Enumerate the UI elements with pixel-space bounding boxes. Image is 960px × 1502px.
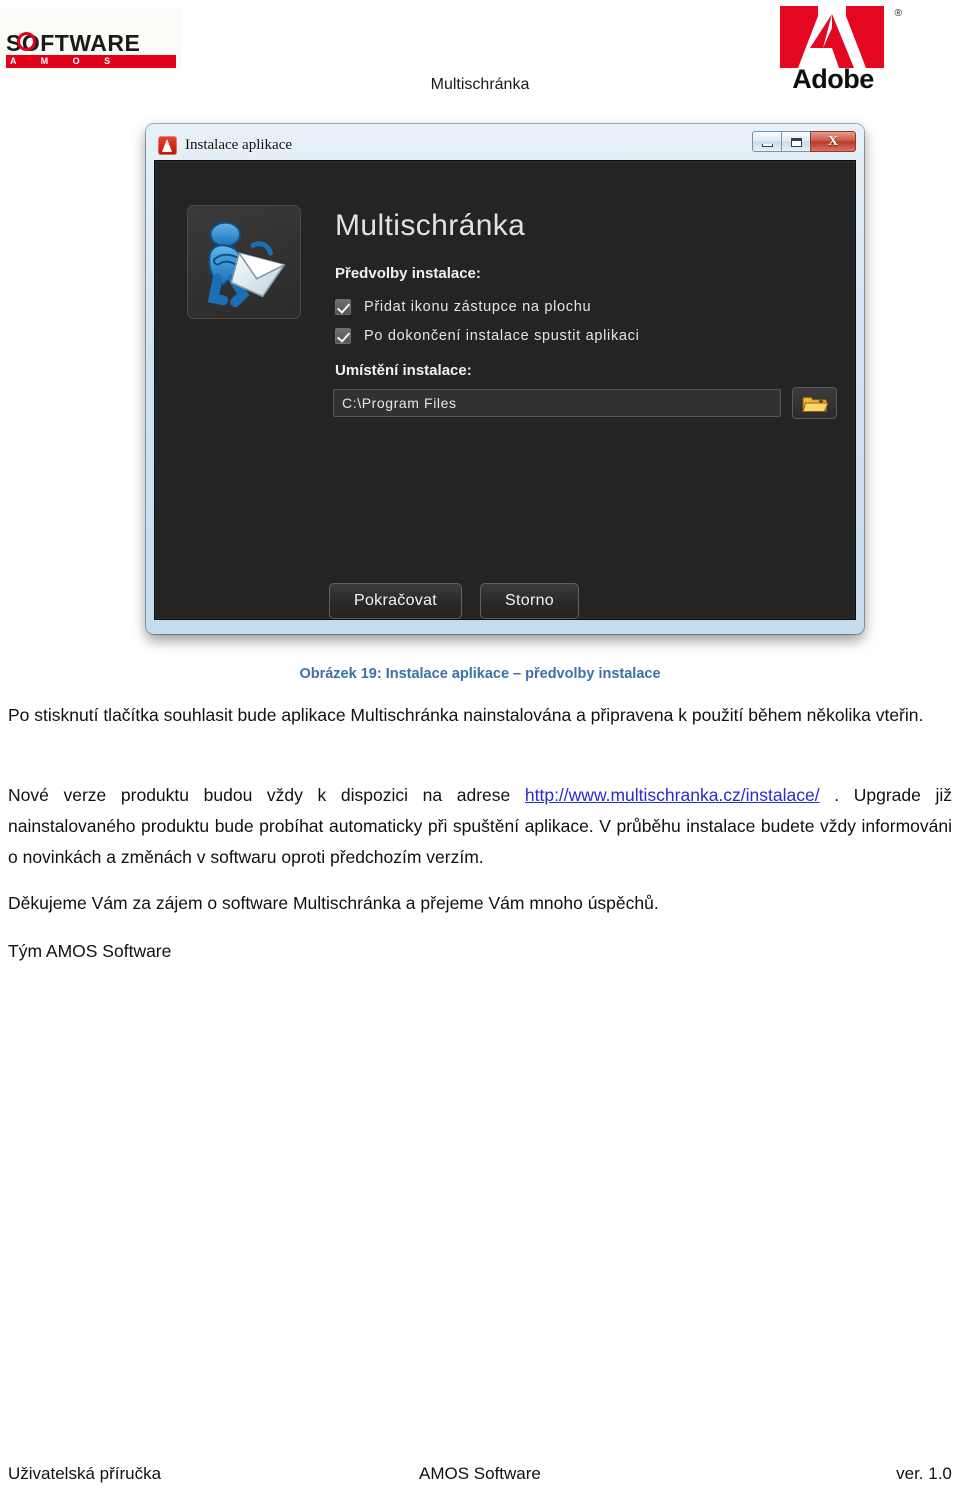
browse-folder-button[interactable] <box>792 387 837 419</box>
footer-center: AMOS Software <box>419 1464 541 1483</box>
close-button[interactable]: X <box>810 131 856 152</box>
adobe-air-icon <box>158 135 177 155</box>
close-icon: X <box>827 133 839 149</box>
checkbox-desktop-shortcut[interactable]: Přidat ikonu zástupce na plochu <box>335 299 591 315</box>
checkbox-launch-after-install[interactable]: Po dokončení instalace spustit aplikaci <box>335 328 640 344</box>
adobe-a-mark-icon <box>780 6 884 68</box>
continue-button[interactable]: Pokračovat <box>329 583 463 619</box>
footer-left: Uživatelská příručka <box>8 1464 162 1483</box>
app-icon-tile <box>187 205 301 319</box>
install-path-input[interactable]: C:\Program Files <box>333 389 781 417</box>
window-controls: X <box>752 131 856 153</box>
page-header: SOFTWARE A M O S Multischránka ® Adobe <box>0 0 960 108</box>
install-location-label: Umístění instalace: <box>335 362 472 379</box>
app-name-heading: Multischránka <box>335 209 526 242</box>
page-footer: Uživatelská příručka AMOS Software ver. … <box>8 1464 952 1484</box>
checkbox-checked-icon[interactable] <box>335 299 351 315</box>
checkbox-label: Přidat ikonu zástupce na plochu <box>364 299 592 315</box>
install-prefs-label: Předvolby instalace: <box>335 265 481 282</box>
person-with-envelope-icon <box>207 221 286 308</box>
paragraph-signature: Tým AMOS Software <box>8 941 172 961</box>
installer-screenshot: Instalace aplikace X Multischránka Předv… <box>146 124 864 634</box>
paragraph-install-info: Po stisknutí tlačítka souhlasit bude apl… <box>8 705 924 725</box>
paragraph-updates-info: Nové verze produktu budou vždy k dispozi… <box>8 780 952 873</box>
checkbox-checked-icon[interactable] <box>335 328 351 344</box>
checkbox-label: Po dokončení instalace spustit aplikaci <box>364 328 640 344</box>
paragraph-text-before-link: Nové verze produktu budou vždy k dispozi… <box>8 785 525 805</box>
paragraph-thanks: Děkujeme Vám za zájem o software Multisc… <box>8 893 659 913</box>
amos-software-logo: SOFTWARE A M O S <box>0 8 182 70</box>
figure-caption: Obrázek 19: Instalace aplikace – předvol… <box>299 666 661 682</box>
dialog-button-row: Pokračovat Storno <box>329 583 579 619</box>
amos-logo-subword: A M O S <box>10 56 122 66</box>
footer-right: ver. 1.0 <box>896 1464 952 1483</box>
minimize-icon <box>762 144 773 147</box>
window-title: Instalace aplikace <box>185 136 293 153</box>
maximize-button[interactable] <box>781 131 810 152</box>
maximize-icon <box>791 138 802 147</box>
adobe-logo: ® Adobe <box>772 6 902 98</box>
window-titlebar[interactable]: Instalace aplikace X <box>152 130 858 160</box>
minimize-button[interactable] <box>752 131 781 152</box>
adobe-wordmark: Adobe <box>792 64 874 94</box>
folder-open-icon <box>802 397 828 412</box>
registered-trademark-icon: ® <box>894 8 902 19</box>
cancel-button[interactable]: Storno <box>480 583 579 619</box>
installer-content: Multischránka Předvolby instalace: Přida… <box>154 160 856 620</box>
multischranka-install-link[interactable]: http://www.multischranka.cz/instalace/ <box>525 785 820 805</box>
installer-window: Instalace aplikace X Multischránka Předv… <box>146 124 864 634</box>
